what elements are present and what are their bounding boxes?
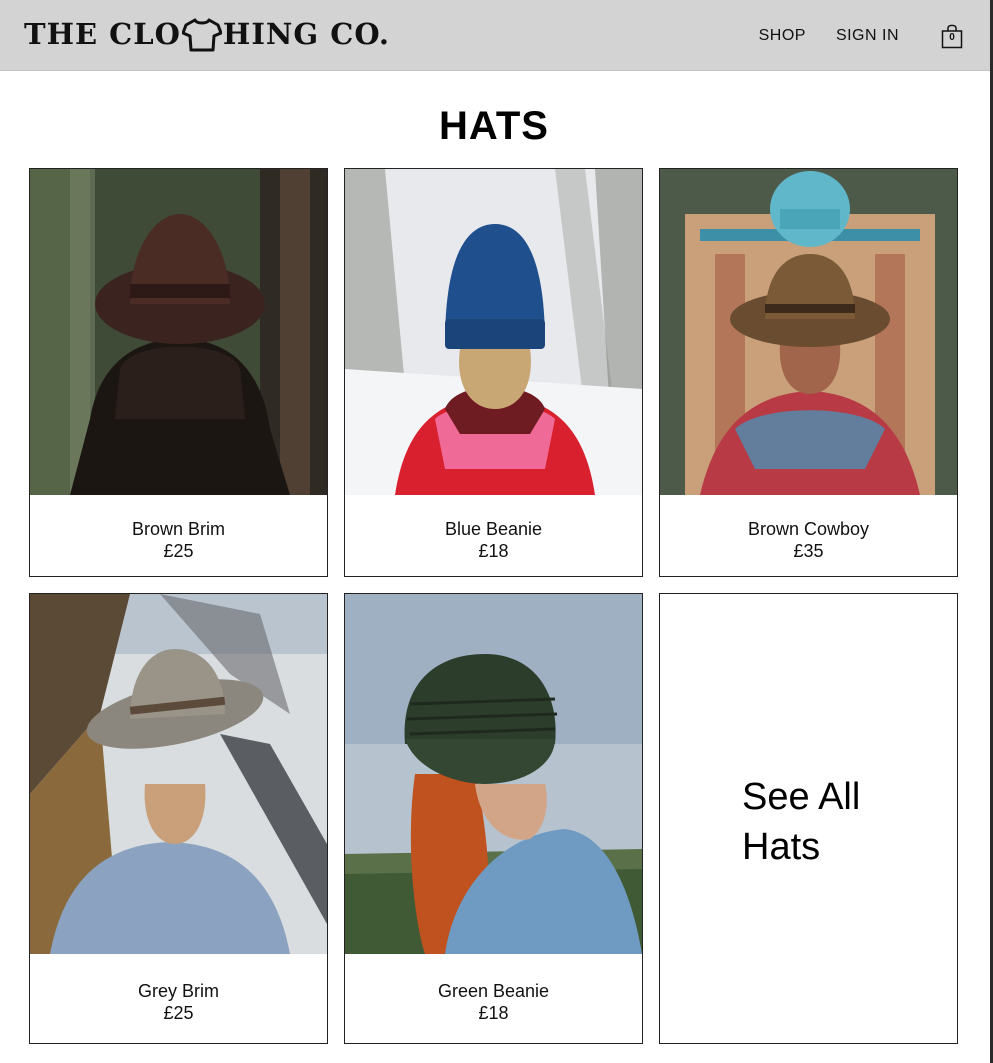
main-nav: SHOP SIGN IN 0 [759, 0, 963, 71]
product-image [660, 169, 957, 495]
product-image [345, 594, 642, 954]
product-name: Green Beanie [437, 981, 550, 1001]
product-card[interactable]: Brown Brim £25 [29, 168, 328, 577]
product-price: £25 [163, 541, 194, 561]
cart-button[interactable]: 0 [941, 23, 963, 49]
product-name: Brown Brim [131, 519, 225, 539]
product-info: Blue Beanie £18 [345, 518, 642, 562]
nav-shop-link[interactable]: SHOP [759, 27, 806, 45]
product-name: Blue Beanie [444, 519, 543, 539]
product-image [30, 169, 327, 495]
see-all-hats-link[interactable]: See All Hats [742, 772, 922, 872]
product-price: £35 [793, 541, 824, 561]
product-info: Green Beanie £18 [345, 980, 642, 1024]
product-card[interactable]: Grey Brim £25 [29, 593, 328, 1044]
product-name: Brown Cowboy [747, 519, 870, 539]
header: THE CLO HING CO. SHOP SIGN IN 0 [0, 0, 993, 71]
product-info: Brown Cowboy £35 [660, 518, 957, 562]
logo[interactable]: THE CLO HING CO. [24, 12, 390, 56]
tshirt-icon [181, 16, 223, 52]
product-info: Brown Brim £25 [30, 518, 327, 562]
product-price: £25 [163, 1003, 194, 1023]
product-card[interactable]: Green Beanie £18 [344, 593, 643, 1044]
cart-count: 0 [949, 31, 955, 43]
logo-text-end: HING CO. [222, 17, 390, 51]
product-card[interactable]: Brown Cowboy £35 [659, 168, 958, 577]
see-all-hats-card[interactable]: See All Hats [659, 593, 958, 1044]
nav-sign-in-link[interactable]: SIGN IN [836, 27, 899, 45]
product-name: Grey Brim [138, 981, 219, 1001]
product-price: £18 [478, 541, 509, 561]
product-card[interactable]: Blue Beanie £18 [344, 168, 643, 577]
logo-text-start: THE CLO [24, 17, 181, 51]
page-title: HATS [439, 104, 549, 148]
product-price: £18 [478, 1003, 509, 1023]
product-image [345, 169, 642, 495]
product-info: Grey Brim £25 [30, 980, 327, 1024]
product-image [30, 594, 327, 954]
